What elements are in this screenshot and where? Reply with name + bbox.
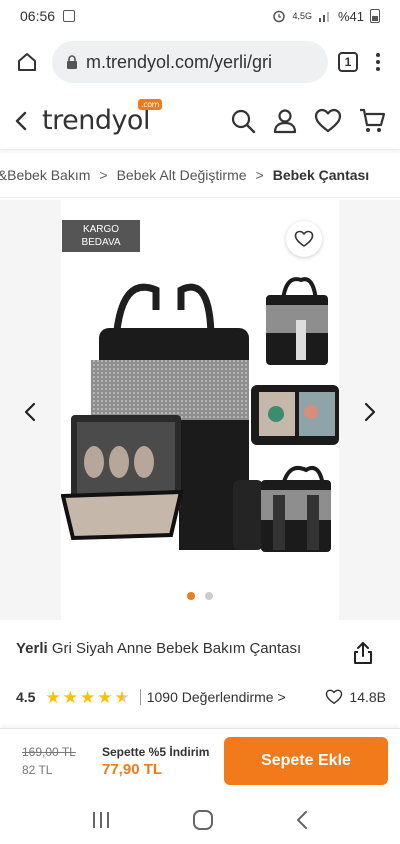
alarm-icon <box>273 10 286 23</box>
review-count-link[interactable]: 1090 Değerlendirme > <box>139 689 286 705</box>
rating-stars: ★ ★ ★ ★ ★ <box>45 689 129 706</box>
breadcrumb-item[interactable]: e&Bebek Bakım <box>0 167 90 183</box>
status-bar: 06:56 4,5G %41 <box>0 0 400 32</box>
chevron-right-icon: > <box>277 689 286 705</box>
breadcrumb-item[interactable]: Bebek Alt Değiştirme <box>117 167 247 183</box>
breadcrumb-current[interactable]: Bebek Çantası <box>273 167 369 183</box>
discount-label: Sepette %5 İndirim <box>102 744 210 759</box>
review-count: 1090 <box>146 689 178 705</box>
old-price: 169,00 TL <box>22 744 76 759</box>
gallery-next-button[interactable] <box>358 400 382 424</box>
favorite-button[interactable] <box>286 221 322 257</box>
system-nav-bar <box>0 796 400 844</box>
product-image[interactable] <box>60 200 339 620</box>
address-bar[interactable]: m.trendyol.com/yerli/gri <box>52 41 328 83</box>
star-icon: ★ <box>97 687 113 707</box>
logo-text: trendyol <box>42 105 150 136</box>
rating-row: 4.5 ★ ★ ★ ★ ★ 1090 Değerlendirme > 14.8B <box>16 684 386 710</box>
home-icon <box>18 53 36 71</box>
tab-switcher-button[interactable]: 1 <box>338 52 358 72</box>
breadcrumb: e&Bebek Bakım > Bebek Alt Değiştirme > B… <box>0 152 400 198</box>
product-name: Gri Siyah Anne Bebek Bakım Çantası <box>51 640 302 657</box>
share-icon[interactable] <box>350 640 376 666</box>
add-to-cart-button[interactable]: Sepete Ekle <box>224 736 388 785</box>
heart-icon[interactable] <box>314 108 342 134</box>
gallery-prev-button[interactable] <box>18 400 42 424</box>
product-title: Yerli Gri Siyah Anne Bebek Bakım Çantası <box>16 640 336 657</box>
gallery-dot[interactable] <box>205 592 213 600</box>
badge-line: KARGO <box>82 224 120 235</box>
search-icon[interactable] <box>230 108 256 134</box>
network-type: 4,5G <box>292 11 312 21</box>
discount-price: 77,90 TL <box>102 760 163 778</box>
status-time: 06:56 <box>20 8 56 24</box>
current-price: 82 TL <box>22 762 53 777</box>
home-button[interactable] <box>12 47 42 77</box>
chevron-left-icon <box>24 402 36 422</box>
star-icon: ★ <box>62 687 78 707</box>
browser-toolbar: m.trendyol.com/yerli/gri 1 <box>0 36 400 88</box>
rating-score: 4.5 <box>16 689 36 705</box>
chevron-right-icon <box>364 402 376 422</box>
recent-apps-icon[interactable] <box>91 811 111 829</box>
product-gallery[interactable]: KARGO BEDAVA <box>0 200 400 620</box>
favorite-count-value: 14.8B <box>349 689 386 705</box>
battery-icon <box>370 9 380 23</box>
product-bag-image <box>60 277 339 552</box>
site-header: trendyol .com <box>0 92 400 150</box>
star-icon: ★ <box>79 687 96 707</box>
purchase-bar: 169,00 TL 82 TL Sepette %5 İndirim 77,90… <box>0 728 400 792</box>
battery-percent: %41 <box>337 8 364 24</box>
review-count-label: Değerlendirme <box>181 689 274 705</box>
back-arrow-icon[interactable] <box>14 110 28 132</box>
breadcrumb-separator-icon: > <box>255 166 264 183</box>
notification-icon <box>63 10 76 22</box>
heart-icon <box>294 230 314 247</box>
heart-icon <box>326 689 343 704</box>
logo-com-badge: .com <box>138 99 162 110</box>
badge-line: BEDAVA <box>81 237 121 248</box>
home-nav-icon[interactable] <box>192 809 214 831</box>
star-icon: ★ <box>45 687 61 707</box>
back-nav-icon[interactable] <box>295 810 309 830</box>
product-brand[interactable]: Yerli <box>16 640 48 657</box>
trendyol-logo[interactable]: trendyol .com <box>42 99 162 136</box>
signal-icon <box>318 12 329 22</box>
half-star-icon: ★ <box>114 687 130 707</box>
gallery-pagination <box>0 592 400 600</box>
price-block: 169,00 TL 82 TL <box>22 743 92 779</box>
free-shipping-badge: KARGO BEDAVA <box>62 220 140 252</box>
lock-icon <box>67 55 77 69</box>
url-text: m.trendyol.com/yerli/gri <box>86 51 273 72</box>
basket-discount: Sepette %5 İndirim 77,90 TL <box>102 743 209 779</box>
cart-icon[interactable] <box>358 107 386 135</box>
browser-menu-button[interactable] <box>368 53 388 71</box>
user-icon[interactable] <box>272 108 298 134</box>
favorite-count[interactable]: 14.8B <box>325 689 386 705</box>
gallery-dot[interactable] <box>187 592 195 600</box>
breadcrumb-separator-icon: > <box>99 166 108 183</box>
